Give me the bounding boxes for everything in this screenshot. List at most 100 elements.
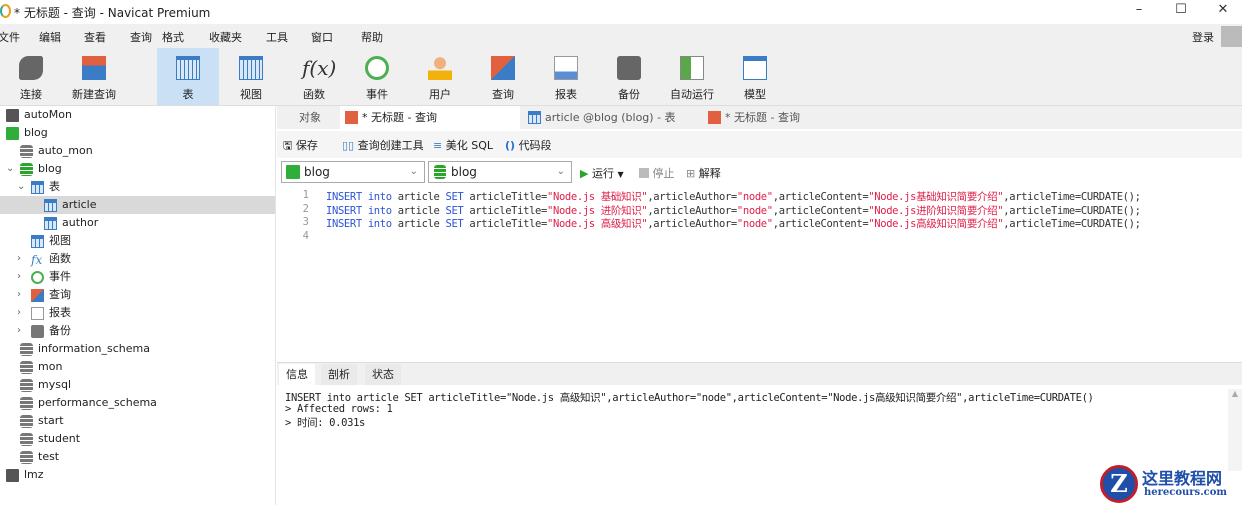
beautify-label: 美化 SQL (445, 139, 493, 152)
app-logo-icon (0, 4, 11, 18)
tree-item-mon-db[interactable]: mon (0, 358, 275, 376)
sql-string: "Node.js高级知识简要介绍" (868, 218, 1004, 230)
toolbar-label: 函数 (303, 88, 325, 101)
connect-icon (19, 56, 43, 80)
tree-item--tables[interactable]: ⌄ 表 (0, 178, 275, 196)
menu-edit[interactable]: 编辑 (39, 29, 61, 45)
sql-text: ,articleContent= (772, 204, 869, 217)
stop-button[interactable]: 停止 (639, 165, 675, 181)
database-icon (20, 361, 33, 374)
explain-label: 解释 (698, 167, 721, 180)
menu-tools[interactable]: 工具 (266, 29, 288, 45)
tree-item-student-db[interactable]: student (0, 430, 275, 448)
save-button[interactable]: 🖫 保存 (283, 137, 318, 156)
chevron-right-icon[interactable]: › (17, 286, 21, 304)
menu-query[interactable]: 查询 (130, 29, 152, 45)
toolbar-model-button[interactable]: 模型 (724, 48, 786, 105)
tree-item--queries[interactable]: › 查询 (0, 286, 275, 304)
snippet-label: 代码段 (518, 139, 552, 152)
toolbar-auto-run-button[interactable]: 自动运行 (661, 48, 723, 105)
tree-item-blog-db-open[interactable]: ⌄ blog (0, 160, 275, 178)
table-icon (176, 56, 200, 80)
toolbar-function-button[interactable]: f(x) 函数 (283, 48, 345, 105)
stop-icon (639, 168, 649, 178)
run-button[interactable]: ▶ 运行 ▼ (580, 165, 624, 181)
chevron-right-icon[interactable]: › (17, 268, 21, 286)
toolbar-connect-button[interactable]: 连接 (0, 48, 62, 105)
chevron-down-icon[interactable]: ⌄ (6, 160, 14, 178)
chevron-right-icon[interactable]: › (17, 322, 21, 340)
tree-item-auto_mon-db[interactable]: auto_mon (0, 142, 275, 160)
tab-status[interactable]: 状态 (365, 364, 401, 385)
explain-button[interactable]: ⊞ 解释 (686, 165, 721, 181)
tree-item--backups[interactable]: › 备份 (0, 322, 275, 340)
tab-untitled-query[interactable]: * 无标题 - 查询 (703, 106, 881, 129)
database-select[interactable]: blog ⌄ (428, 161, 572, 183)
tree-item--reports[interactable]: › 报表 (0, 304, 275, 322)
run-dropdown-icon[interactable]: ▼ (617, 170, 623, 179)
tab-article-table[interactable]: article @blog (blog) - 表 (523, 106, 701, 129)
tree-item--views[interactable]: 视图 (0, 232, 275, 250)
toolbar-label: 自动运行 (670, 88, 714, 101)
toolbar-report-button[interactable]: 报表 (535, 48, 597, 105)
tree-item-mysql-db[interactable]: mysql (0, 376, 275, 394)
tree-item-blog-conn-active[interactable]: blog (0, 124, 275, 142)
toolbar-user-button[interactable]: 用户 (409, 48, 471, 105)
scrollbar[interactable]: ▲ (1228, 389, 1242, 471)
beautify-sql-button[interactable]: ≡ 美化 SQL (433, 137, 493, 153)
view-icon (239, 56, 263, 80)
tree-item-test-db[interactable]: test (0, 448, 275, 466)
sql-editor[interactable]: 1 INSERT into article SET articleTitle="N… (277, 186, 1242, 360)
tree-item-label: author (62, 216, 99, 229)
toolbar-table-button[interactable]: 表 (157, 48, 219, 105)
tab-info[interactable]: 信息 (279, 364, 315, 385)
chevron-down-icon: ⌄ (556, 166, 565, 177)
menu-window[interactable]: 窗口 (311, 29, 333, 45)
database-icon (20, 343, 33, 356)
connection-select[interactable]: blog ⌄ (281, 161, 425, 183)
close-button[interactable]: ✕ (1208, 2, 1238, 20)
tree-item-label: start (38, 414, 64, 427)
avatar[interactable] (1221, 26, 1242, 47)
login-link[interactable]: 登录 (1192, 29, 1214, 45)
sql-text: ,articleContent= (772, 218, 869, 230)
model-icon (743, 56, 767, 80)
tab-objects[interactable]: 对象 (285, 106, 340, 129)
tab-profile[interactable]: 剖析 (321, 364, 357, 385)
query-toolbar: 🖫 保存 ▯▯ 查询创建工具 ≡ 美化 SQL () 代码段 (277, 131, 1242, 158)
event-clock-icon (365, 56, 389, 80)
toolbar-view-button[interactable]: 视图 (220, 48, 282, 105)
menu-help[interactable]: 帮助 (361, 29, 383, 45)
menu-format[interactable]: 格式 (162, 29, 184, 45)
tree-item-start-db[interactable]: start (0, 412, 275, 430)
toolbar-event-clock-button[interactable]: 事件 (346, 48, 408, 105)
tab-untitled-query-active[interactable]: * 无标题 - 查询 (340, 106, 520, 129)
chevron-down-icon[interactable]: ⌄ (17, 178, 25, 196)
tree-item-author-table[interactable]: author (0, 214, 275, 232)
toolbar-query-button[interactable]: 查询 (472, 48, 534, 105)
sql-text: ,articleAuthor= (647, 218, 737, 230)
tree-item-performance_schema-db[interactable]: performance_schema (0, 394, 275, 412)
menu-file[interactable]: 文件 (0, 29, 20, 45)
maximize-button[interactable]: ☐ (1166, 2, 1196, 20)
minimize-button[interactable]: – (1124, 2, 1154, 20)
line-number: 3 (302, 216, 309, 228)
tree-item-information_schema-db[interactable]: information_schema (0, 340, 275, 358)
tree-item--functions[interactable]: › fx 函数 (0, 250, 275, 268)
sql-text: articleTitle= (463, 204, 547, 217)
menu-favorites[interactable]: 收藏夹 (209, 29, 242, 45)
chevron-right-icon[interactable]: › (17, 304, 21, 322)
tree-item--events[interactable]: › 事件 (0, 268, 275, 286)
code-snippet-button[interactable]: () 代码段 (505, 137, 552, 153)
tree-item-lmz-conn[interactable]: lmz (0, 466, 275, 484)
tree-item-autoMon-conn[interactable]: autoMon (0, 106, 275, 124)
chevron-right-icon[interactable]: › (17, 250, 21, 268)
function-icon: f(x) (302, 56, 337, 80)
sql-text: articleTitle= (463, 218, 547, 230)
query-builder-button[interactable]: ▯▯ 查询创建工具 (342, 137, 424, 153)
explain-icon: ⊞ (686, 167, 696, 180)
menu-view[interactable]: 查看 (84, 29, 106, 45)
toolbar-new-query-button[interactable]: 新建查询 (63, 48, 125, 105)
tree-item-article-table[interactable]: article (0, 196, 275, 214)
toolbar-backup-button[interactable]: 备份 (598, 48, 660, 105)
